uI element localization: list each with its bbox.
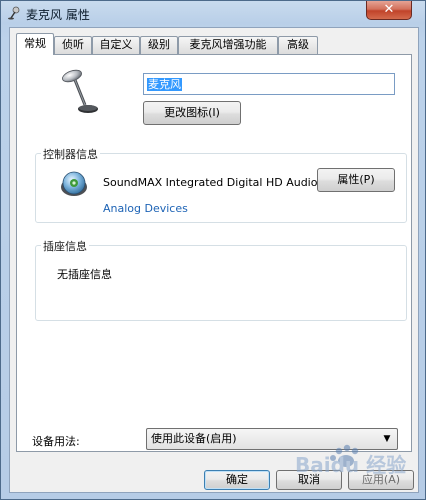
- jack-info-text: 无插座信息: [57, 268, 112, 281]
- title-bar[interactable]: 麦克风 属性 ✕: [1, 1, 426, 27]
- jack-info-label: 插座信息: [41, 238, 89, 254]
- device-name-value: 麦克风: [147, 78, 182, 91]
- microphone-icon: [62, 69, 98, 113]
- watermark-text: Baidu 经验: [295, 453, 407, 477]
- general-tab-panel: 麦克风 更改图标(I) 控制器信息 SoundMAX Integrated Di…: [16, 54, 412, 452]
- close-button[interactable]: ✕: [366, 1, 412, 20]
- device-usage-selected: 使用此设备(启用): [151, 432, 237, 445]
- change-icon-button[interactable]: 更改图标(I): [143, 101, 241, 125]
- baidu-watermark: Baidu 经验: [281, 439, 421, 479]
- device-usage-label: 设备用法:: [32, 435, 80, 448]
- jack-info-group: [35, 245, 407, 321]
- audio-device-icon: [61, 171, 87, 196]
- tab-advanced[interactable]: 高级: [278, 36, 318, 54]
- controller-vendor-link[interactable]: Analog Devices: [103, 202, 188, 215]
- device-name-input[interactable]: 麦克风: [143, 73, 395, 95]
- tab-levels[interactable]: 级别: [140, 36, 178, 54]
- controller-device-name: SoundMAX Integrated Digital HD Audio: [103, 176, 318, 189]
- properties-window: 麦克风 属性 ✕ 常规 侦听 自定义 级别 麦克风增强功能 高级 麦克风 更改图…: [0, 0, 426, 500]
- controller-info-label: 控制器信息: [41, 146, 100, 162]
- tab-custom[interactable]: 自定义: [92, 36, 140, 54]
- tab-enhancements[interactable]: 麦克风增强功能: [178, 36, 278, 54]
- window-title: 麦克风 属性: [26, 8, 90, 22]
- tab-general[interactable]: 常规: [16, 33, 54, 55]
- ok-button[interactable]: 确定: [204, 470, 270, 490]
- tab-listen[interactable]: 侦听: [54, 36, 92, 54]
- dialog-client-area: 常规 侦听 自定义 级别 麦克风增强功能 高级 麦克风 更改图标(I) 控制器信…: [9, 27, 419, 493]
- microphone-title-icon: [8, 6, 20, 20]
- controller-properties-button[interactable]: 属性(P): [317, 168, 395, 192]
